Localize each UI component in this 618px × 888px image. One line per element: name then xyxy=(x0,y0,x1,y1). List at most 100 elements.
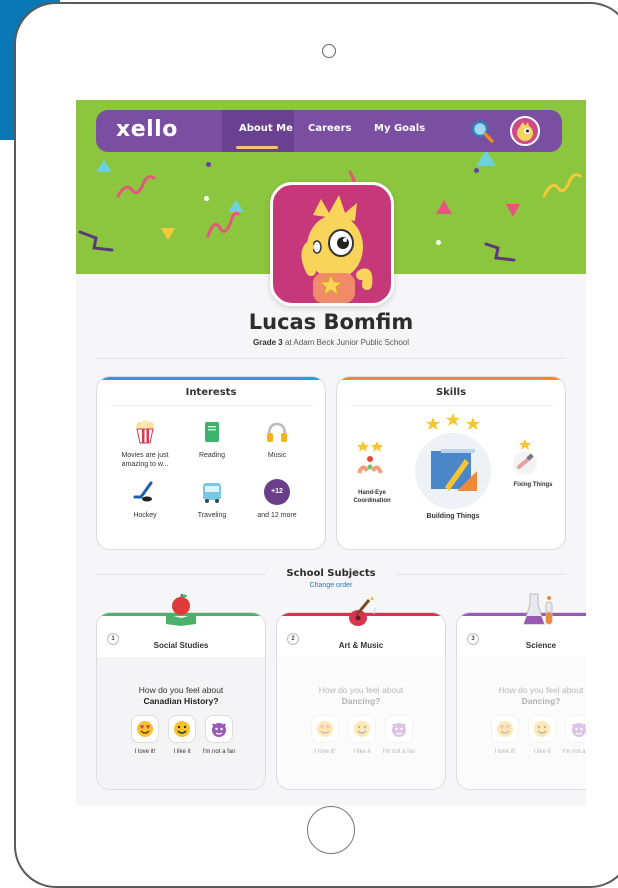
skills-accent-bar xyxy=(337,377,565,380)
headphones-icon xyxy=(267,422,287,442)
interest-label: and 12 more xyxy=(257,512,297,519)
interest-label: Traveling xyxy=(197,512,227,519)
confetti-decoration xyxy=(436,200,452,214)
subject-name: Science xyxy=(525,641,557,650)
subject-question: How do you feel about xyxy=(498,685,584,695)
confetti-decoration xyxy=(506,204,520,217)
subject-card-social-studies[interactable]: 1 Social Studies How do you feel about C… xyxy=(96,612,266,790)
interest-item[interactable]: Traveling xyxy=(182,479,242,520)
like-it-button[interactable] xyxy=(168,715,196,743)
interest-label: Movies are just amazing to w... xyxy=(121,452,169,468)
subject-card-science[interactable]: 3 Science How do you feel about Dancing?… xyxy=(456,612,586,790)
skills-card[interactable]: Skills Hand-Eye Coordination Building Th… xyxy=(336,376,566,550)
active-tab-indicator xyxy=(236,146,278,149)
heart-eyes-emoji-icon xyxy=(497,721,513,737)
hands-icon xyxy=(357,441,383,474)
tab-careers[interactable]: Careers xyxy=(308,123,351,134)
subject-question-area: How do you feel about Dancing? I love it… xyxy=(457,657,586,789)
user-avatar-button[interactable] xyxy=(510,116,540,146)
svg-text:♪: ♪ xyxy=(372,607,377,616)
tab-about-me[interactable]: About Me xyxy=(239,123,293,134)
change-order-link[interactable]: Change order xyxy=(76,582,586,589)
confetti-decoration xyxy=(474,168,479,173)
not-a-fan-button[interactable] xyxy=(565,715,586,743)
like-it-button[interactable] xyxy=(528,715,556,743)
app-screen: xello About Me Careers My Goals Lucas Bo… xyxy=(76,100,586,806)
hockey-stick-icon xyxy=(133,481,153,502)
love-it-button[interactable] xyxy=(491,715,519,743)
interest-label: Music xyxy=(267,452,287,459)
skill-label: Fixing Things xyxy=(513,482,553,488)
not-a-fan-button[interactable] xyxy=(205,715,233,743)
reaction-label: I'm not a fan xyxy=(382,749,416,755)
devil-emoji-icon xyxy=(572,723,586,737)
tab-my-goals[interactable]: My Goals xyxy=(374,123,425,134)
squiggle-decoration xyxy=(206,212,240,238)
smile-emoji-icon xyxy=(534,721,550,737)
skills-title: Skills xyxy=(435,387,467,398)
confetti-decoration xyxy=(161,228,175,240)
profile-picture[interactable] xyxy=(270,182,394,306)
subject-question-area: How do you feel about Dancing? I love it… xyxy=(277,657,445,789)
tablet-frame: xello About Me Careers My Goals Lucas Bo… xyxy=(14,2,618,888)
skill-label: Building Things xyxy=(426,513,480,520)
reaction-label: I'm not a fan xyxy=(202,749,236,755)
school-subjects-title: School Subjects xyxy=(286,568,376,579)
camera-icon xyxy=(322,44,336,58)
apple-book-icon xyxy=(166,594,196,626)
interest-label: Reading xyxy=(198,452,226,459)
love-it-button[interactable] xyxy=(131,715,159,743)
subject-topic: Dancing? xyxy=(341,696,381,706)
squiggle-decoration xyxy=(78,230,114,252)
not-a-fan-button[interactable] xyxy=(385,715,413,743)
interests-card[interactable]: Interests Movies are just amazing to w..… xyxy=(96,376,326,550)
top-navbar: xello About Me Careers My Goals xyxy=(96,110,562,152)
reaction-label: I'm not a fan xyxy=(562,749,586,755)
subject-card-art-music[interactable]: 2 Art & Music How do you feel about Danc… xyxy=(276,612,446,790)
home-button[interactable] xyxy=(307,806,355,854)
grade-label: Grade 3 xyxy=(252,338,283,347)
card-divider xyxy=(111,405,313,406)
devil-emoji-icon xyxy=(392,723,406,737)
profile-grade-line: Grade 3 at Adam Beck Junior Public Schoo… xyxy=(76,338,586,347)
interests-title: Interests xyxy=(185,387,237,398)
divider xyxy=(96,358,566,359)
love-it-button[interactable] xyxy=(311,715,339,743)
smile-emoji-icon xyxy=(354,721,370,737)
interest-item[interactable]: Music xyxy=(247,419,307,460)
subject-question: How do you feel about xyxy=(138,685,224,695)
xello-logo[interactable]: xello xyxy=(116,117,178,142)
guitar-icon: ♪ xyxy=(349,596,377,626)
heart-eyes-emoji-icon xyxy=(137,721,153,737)
subject-topic: Dancing? xyxy=(521,696,561,706)
confetti-decoration xyxy=(204,196,209,201)
interest-item[interactable]: +12 and 12 more xyxy=(247,479,307,520)
interests-accent-bar xyxy=(97,377,325,380)
wrench-hand-icon xyxy=(513,439,537,475)
interest-item[interactable]: Hockey xyxy=(115,479,175,520)
like-it-button[interactable] xyxy=(348,715,376,743)
subject-question-area: How do you feel about Canadian History? … xyxy=(97,657,265,789)
subject-name: Social Studies xyxy=(153,641,209,650)
subject-name: Art & Music xyxy=(338,641,384,650)
subject-question: How do you feel about xyxy=(318,685,404,695)
book-icon xyxy=(205,422,219,442)
bus-icon xyxy=(203,483,221,503)
confetti-decoration xyxy=(206,162,211,167)
school-label: at Adam Beck Junior Public School xyxy=(284,338,410,347)
smile-emoji-icon xyxy=(174,721,190,737)
subject-topic: Canadian History? xyxy=(143,696,219,706)
interest-item[interactable]: Movies are just amazing to w... xyxy=(115,419,175,469)
confetti-decoration xyxy=(96,160,112,172)
character-avatar-icon xyxy=(517,122,533,141)
flask-icon xyxy=(523,593,553,625)
more-icon: +12 xyxy=(264,479,290,505)
search-icon[interactable] xyxy=(470,119,494,143)
heart-eyes-emoji-icon xyxy=(317,721,333,737)
squiggle-decoration xyxy=(484,242,516,262)
interest-item[interactable]: Reading xyxy=(182,419,242,460)
confetti-decoration xyxy=(436,240,441,245)
squiggle-decoration xyxy=(542,173,582,198)
squiggle-decoration xyxy=(116,175,156,198)
blueprint-icon xyxy=(415,413,491,509)
